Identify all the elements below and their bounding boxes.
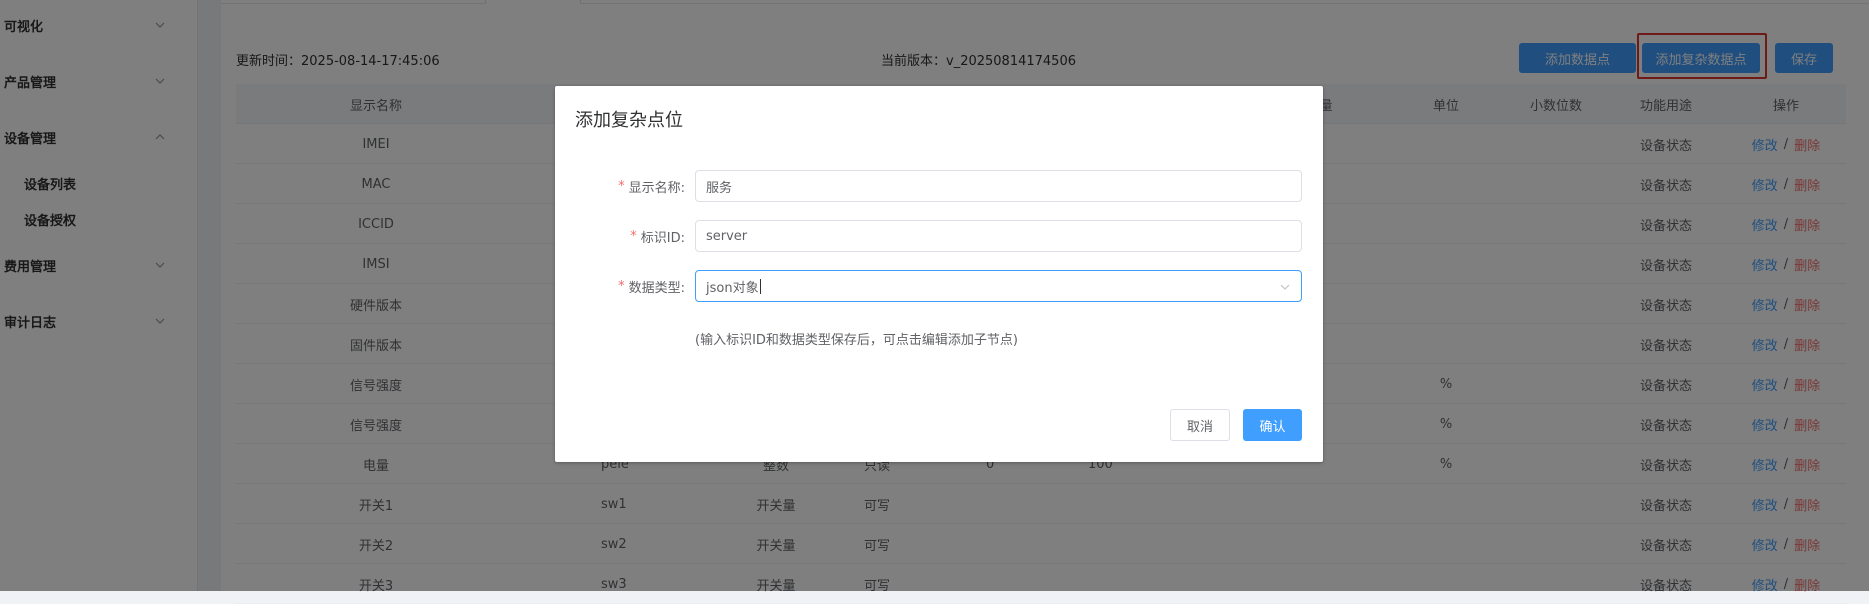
input-value: server: [706, 228, 748, 244]
required-mark: *: [618, 178, 625, 194]
data-type-select[interactable]: json对象: [695, 270, 1302, 302]
text-caret: [759, 278, 761, 294]
chevron-down-icon[interactable]: [1279, 281, 1291, 293]
input-value: 服务: [706, 180, 733, 196]
select-value: json对象: [706, 280, 759, 296]
confirm-button[interactable]: 确认: [1243, 409, 1302, 441]
add-complex-point-dialog: 添加复杂点位 * 显示名称: 服务 * 标识ID: server * 数据类型:…: [555, 86, 1323, 462]
data-type-label: * 数据类型:: [555, 270, 685, 302]
identifier-label: * 标识ID:: [555, 220, 685, 252]
required-mark: *: [618, 278, 625, 294]
display-name-input[interactable]: 服务: [695, 170, 1302, 202]
required-mark: *: [630, 228, 637, 244]
dialog-title: 添加复杂点位: [575, 110, 683, 131]
cancel-button[interactable]: 取消: [1170, 409, 1230, 441]
field-label-text: 标识ID:: [640, 230, 685, 246]
field-label-text: 显示名称:: [628, 180, 685, 196]
form-hint: (输入标识ID和数据类型保存后，可点击编辑添加子节点): [695, 333, 1018, 348]
field-label-text: 数据类型:: [628, 280, 685, 296]
display-name-label: * 显示名称:: [555, 170, 685, 202]
identifier-input[interactable]: server: [695, 220, 1302, 252]
